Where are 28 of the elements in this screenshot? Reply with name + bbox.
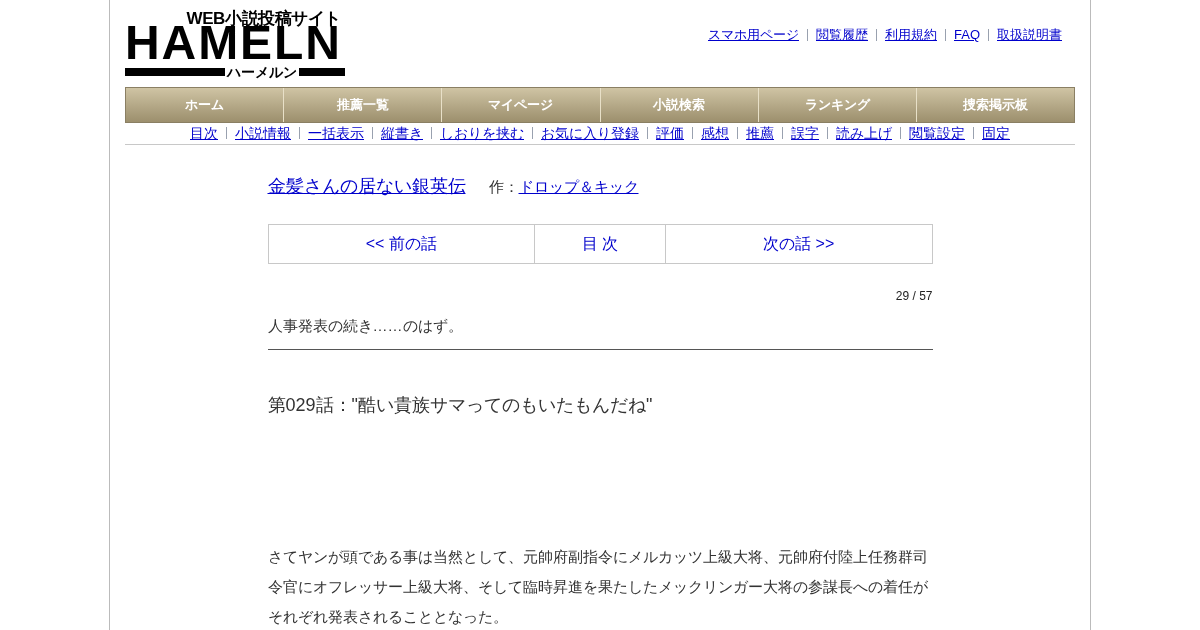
chapter-link[interactable]: 推薦 bbox=[746, 122, 774, 144]
chapter-link[interactable]: 縦書き bbox=[381, 122, 423, 144]
pager-link[interactable]: 目 次 bbox=[534, 224, 666, 263]
header-link[interactable]: FAQ bbox=[954, 25, 980, 45]
chapter-link[interactable]: 評価 bbox=[656, 122, 684, 144]
novel-title[interactable]: 金髪さんの居ない銀英伝 bbox=[267, 172, 466, 200]
chapter-link[interactable]: 読み上げ bbox=[836, 122, 892, 144]
chapter-link[interactable]: お気に入り登録 bbox=[541, 122, 639, 144]
chapter-link[interactable]: 誤字 bbox=[791, 122, 819, 144]
header-link[interactable]: 利用規約 bbox=[885, 25, 937, 45]
author-link[interactable]: ドロップ＆キック bbox=[518, 175, 639, 199]
chapter-title: 第029話："酷い貴族サマってのもいたもんだね" bbox=[267, 394, 654, 418]
header-link[interactable]: スマホ用ページ bbox=[708, 25, 799, 45]
chapter-link[interactable]: 目次 bbox=[190, 122, 218, 144]
chapter-link[interactable]: 小説情報 bbox=[235, 122, 291, 144]
preface-text: 人事発表の続き……のはず。 bbox=[267, 315, 464, 336]
chapter-counter: 29 / 57 bbox=[895, 287, 933, 305]
pager-link[interactable]: 次の話 >> bbox=[666, 224, 932, 263]
header-link[interactable]: 取扱説明書 bbox=[997, 25, 1062, 45]
chapter-link[interactable]: 固定 bbox=[982, 122, 1010, 144]
pager-link[interactable]: << 前の話 bbox=[268, 224, 534, 263]
chapter-link[interactable]: 一括表示 bbox=[308, 122, 364, 144]
chapter-link[interactable]: 感想 bbox=[701, 122, 729, 144]
chapter-link[interactable]: 閲覧設定 bbox=[909, 122, 965, 144]
body-paragraph: さてヤンが頭である事は当然として、元帥府副指令にメルカッツ上級大将、元帥府付陸上任務群司令官にオフレッサー上級大将、そして臨時昇進を果たしたメックリンガー大将の参謀長への着任がそれぞれ発表されることとなった。 bbox=[267, 547, 929, 628]
chapter-link[interactable]: しおりを挟む bbox=[440, 122, 524, 144]
header-link[interactable]: 閲覧履歴 bbox=[816, 25, 868, 45]
author-label: 作： bbox=[488, 176, 519, 197]
